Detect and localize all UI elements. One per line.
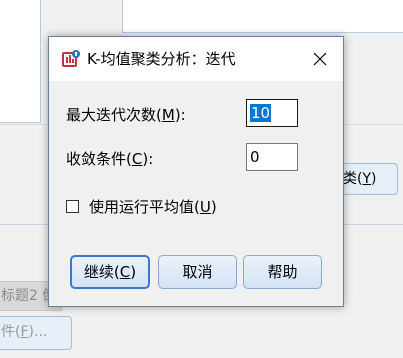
convergence-label-key: C (131, 150, 143, 168)
max-iterations-label-text: 最大迭代次数( (66, 106, 162, 124)
background-list-right (122, 0, 403, 33)
convergence-label: 收敛条件(C): (66, 149, 153, 169)
background-cluster-button-label: 类( (343, 171, 363, 187)
max-iterations-label-key: M (161, 106, 175, 124)
background-file-button-suffix: )... (28, 324, 48, 340)
background-file-button-label: 件( (1, 324, 21, 340)
background-file-button-key: F (20, 324, 29, 340)
background-list-left (0, 0, 41, 123)
running-means-label: 使用运行平均值(U) (89, 196, 217, 217)
continue-button[interactable]: 继续(C) (70, 255, 150, 289)
spss-app-icon (61, 49, 81, 69)
convergence-label-text: 收敛条件( (66, 150, 132, 168)
help-button[interactable]: 帮助 (243, 255, 322, 289)
continue-button-label: 继续( (83, 263, 120, 281)
running-means-option[interactable]: 使用运行平均值(U) (66, 196, 217, 216)
iterate-dialog: K-均值聚类分析：迭代 最大迭代次数(M): 10 收敛条件(C): 0 使用运… (48, 36, 344, 307)
continue-button-key: C (119, 263, 131, 281)
continue-button-suffix: ) (130, 263, 137, 281)
background-cluster-button-suffix: ) (371, 171, 377, 187)
background-cluster-button-key: Y (362, 171, 372, 187)
convergence-input[interactable]: 0 (246, 143, 298, 171)
dialog-title: K-均值聚类分析：迭代 (87, 50, 236, 68)
running-means-label-suffix: ) (210, 197, 217, 216)
background-file-button[interactable]: 件(F)... (0, 316, 72, 350)
running-means-checkbox[interactable] (66, 199, 79, 213)
max-iterations-label: 最大迭代次数(M): (66, 105, 186, 125)
running-means-label-key: U (199, 197, 211, 216)
convergence-value: 0 (250, 148, 260, 166)
max-iterations-input[interactable]: 10 (246, 99, 298, 127)
max-iterations-label-suffix: ): (174, 106, 186, 124)
cancel-button[interactable]: 取消 (158, 255, 237, 289)
close-icon (313, 52, 327, 66)
max-iterations-value: 10 (250, 104, 272, 122)
convergence-label-suffix: ): (142, 150, 154, 168)
dialog-titlebar: K-均值聚类分析：迭代 (49, 37, 343, 81)
running-means-label-text: 使用运行平均值( (89, 197, 200, 216)
close-button[interactable] (297, 37, 343, 81)
